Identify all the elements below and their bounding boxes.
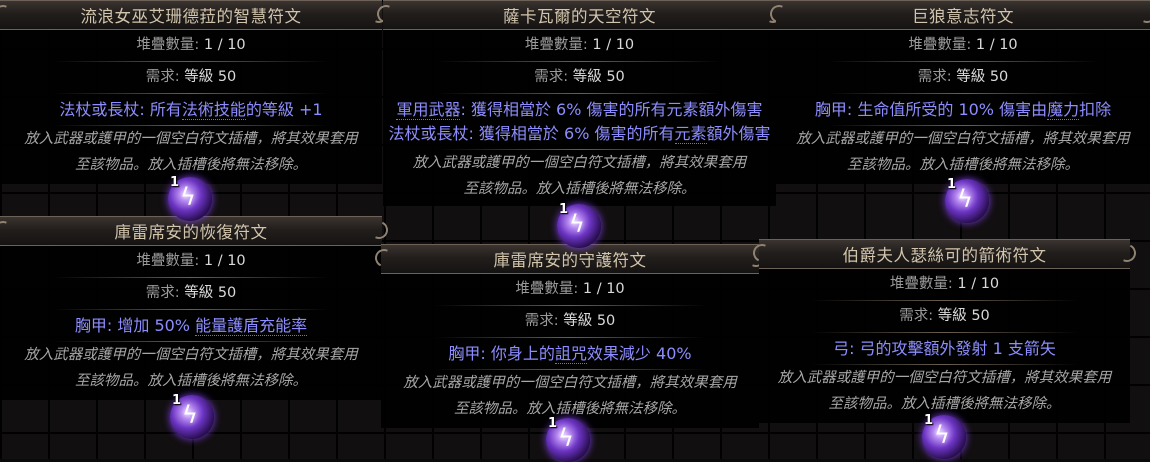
keyword-link[interactable]: 魔力 [1047, 100, 1080, 120]
item-description: 放入武器或護甲的一個空白符文插槽，將其效果套用 至該物品。放入插槽後將無法移除。 [796, 131, 1130, 173]
stack-count: 1 [947, 177, 957, 192]
stack-count: 1 [924, 413, 934, 428]
tooltip-header: 庫雷席安的守護符文 [372, 244, 768, 274]
scroll-ornament-icon [1135, 2, 1150, 26]
rune-tooltip: 庫雷席安的恢復符文 堆疊數量: 1 / 10 需求: 等級 50 胸甲: 增加 … [0, 216, 391, 400]
rune-modifier: 軍用武器: 獲得相當於 6% 傷害的所有元素額外傷害 [396, 100, 763, 120]
keyword-link[interactable]: 能量護盾充能率 [195, 316, 308, 336]
requirement: 需求: 等級 50 [917, 69, 1009, 85]
item-name: 流浪女巫艾珊德菈的智慧符文 [80, 7, 302, 26]
divider [53, 309, 329, 310]
tooltip-header: 流浪女巫艾珊德菈的智慧符文 [0, 0, 391, 30]
stack-count: 1 [172, 393, 182, 408]
item-description: 放入武器或護甲的一個空白符文插槽，將其效果套用 至該物品。放入插槽後將無法移除。 [412, 155, 747, 197]
lightning-glyph-icon: ϟ [934, 421, 950, 449]
divider [438, 93, 721, 94]
rune-item-icon[interactable]: ϟ 1 [168, 175, 212, 221]
lightning-glyph-icon: ϟ [558, 424, 574, 452]
scroll-ornament-icon [0, 2, 15, 26]
lightning-glyph-icon: ϟ [182, 401, 198, 429]
rune-tooltip: 庫雷席安的守護符文 堆疊數量: 1 / 10 需求: 等級 50 胸甲: 你身上… [372, 244, 768, 428]
rune-modifier: 法杖或長杖: 所有法術技能的等級 +1 [59, 100, 323, 120]
requirement: 需求: 等級 50 [534, 69, 625, 85]
rune-tooltip: 巨狼意志符文 堆疊數量: 1 / 10 需求: 等級 50 胸甲: 生命值所受的… [767, 0, 1150, 184]
lightning-glyph-icon: ϟ [957, 185, 973, 213]
stack-size: 堆疊數量: 1 / 10 [908, 37, 1018, 53]
requirement: 需求: 等級 50 [524, 313, 616, 329]
stack-count: 1 [559, 202, 569, 217]
rune-modifier: 胸甲: 生命值所受的 10% 傷害由魔力扣除 [814, 100, 1112, 120]
stack-size: 堆疊數量: 1 / 10 [524, 37, 635, 53]
stack-size: 堆疊數量: 1 / 10 [136, 253, 246, 269]
stack-size: 堆疊數量: 1 / 10 [136, 37, 246, 53]
keyword-link[interactable]: 軍用武器 [396, 100, 461, 120]
keyword-link[interactable]: 元素 [674, 124, 707, 144]
item-name: 庫雷席安的守護符文 [493, 251, 647, 270]
item-name: 庫雷席安的恢復符文 [114, 223, 268, 242]
tooltip-header: 巨狼意志符文 [767, 0, 1150, 30]
stack-count: 1 [170, 175, 180, 190]
divider [53, 93, 329, 94]
divider [828, 93, 1098, 94]
item-description: 放入武器或護甲的一個空白符文插槽，將其效果套用 至該物品。放入插槽後將無法移除。 [24, 131, 358, 173]
tooltip-header: 伯爵夫人瑟絲可的箭術符文 [750, 239, 1139, 269]
rune-item-icon[interactable]: ϟ 1 [557, 202, 601, 248]
item-name: 薩卡瓦爾的天空符文 [503, 7, 656, 26]
divider [433, 337, 707, 338]
item-description: 放入武器或護甲的一個空白符文插槽，將其效果套用 至該物品。放入插槽後將無法移除。 [777, 370, 1112, 412]
requirement: 需求: 等級 50 [145, 285, 237, 301]
rune-item-icon[interactable]: ϟ 1 [945, 177, 989, 223]
stack-size: 堆疊數量: 1 / 10 [889, 276, 1000, 292]
item-description: 放入武器或護甲的一個空白符文插槽，將其效果套用 至該物品。放入插槽後將無法移除。 [403, 375, 737, 417]
stack-size: 堆疊數量: 1 / 10 [515, 281, 625, 297]
scroll-ornament-icon [0, 218, 15, 242]
lightning-glyph-icon: ϟ [180, 183, 196, 211]
rune-modifier: 胸甲: 你身上的詛咒效果減少 40% [448, 344, 692, 364]
stack-count: 1 [548, 416, 558, 431]
rune-modifier: 法杖或長杖: 獲得相當於 6% 傷害的所有元素額外傷害 [388, 124, 771, 144]
keyword-link[interactable]: 法術技能 [181, 100, 246, 120]
rune-item-icon[interactable]: ϟ 1 [922, 413, 966, 459]
requirement: 需求: 等級 50 [899, 308, 990, 324]
rune-item-icon[interactable]: ϟ 1 [546, 416, 590, 462]
rune-item-icon[interactable]: ϟ 1 [170, 393, 214, 439]
item-name: 巨狼意志符文 [912, 7, 1014, 26]
rune-modifier: 胸甲: 增加 50% 能量護盾充能率 [74, 316, 308, 336]
lightning-glyph-icon: ϟ [569, 210, 585, 238]
rune-tooltip: 薩卡瓦爾的天空符文 堆疊數量: 1 / 10 需求: 等級 50 軍用武器: 獲… [374, 0, 785, 206]
tooltip-header: 薩卡瓦爾的天空符文 [374, 0, 785, 30]
rune-tooltip: 伯爵夫人瑟絲可的箭術符文 堆疊數量: 1 / 10 需求: 等級 50 弓: 弓… [750, 239, 1139, 423]
keyword-link[interactable]: 詛咒 [554, 344, 587, 364]
rune-tooltip: 流浪女巫艾珊德菈的智慧符文 堆疊數量: 1 / 10 需求: 等級 50 法杖或… [0, 0, 391, 184]
item-description: 放入武器或護甲的一個空白符文插槽，將其效果套用 至該物品。放入插槽後將無法移除。 [24, 347, 358, 389]
divider [810, 332, 1079, 333]
requirement: 需求: 等級 50 [145, 69, 237, 85]
item-name: 伯爵夫人瑟絲可的箭術符文 [842, 246, 1047, 265]
rune-modifier: 弓: 弓的攻擊額外發射 1 支箭矢 [833, 339, 1056, 358]
